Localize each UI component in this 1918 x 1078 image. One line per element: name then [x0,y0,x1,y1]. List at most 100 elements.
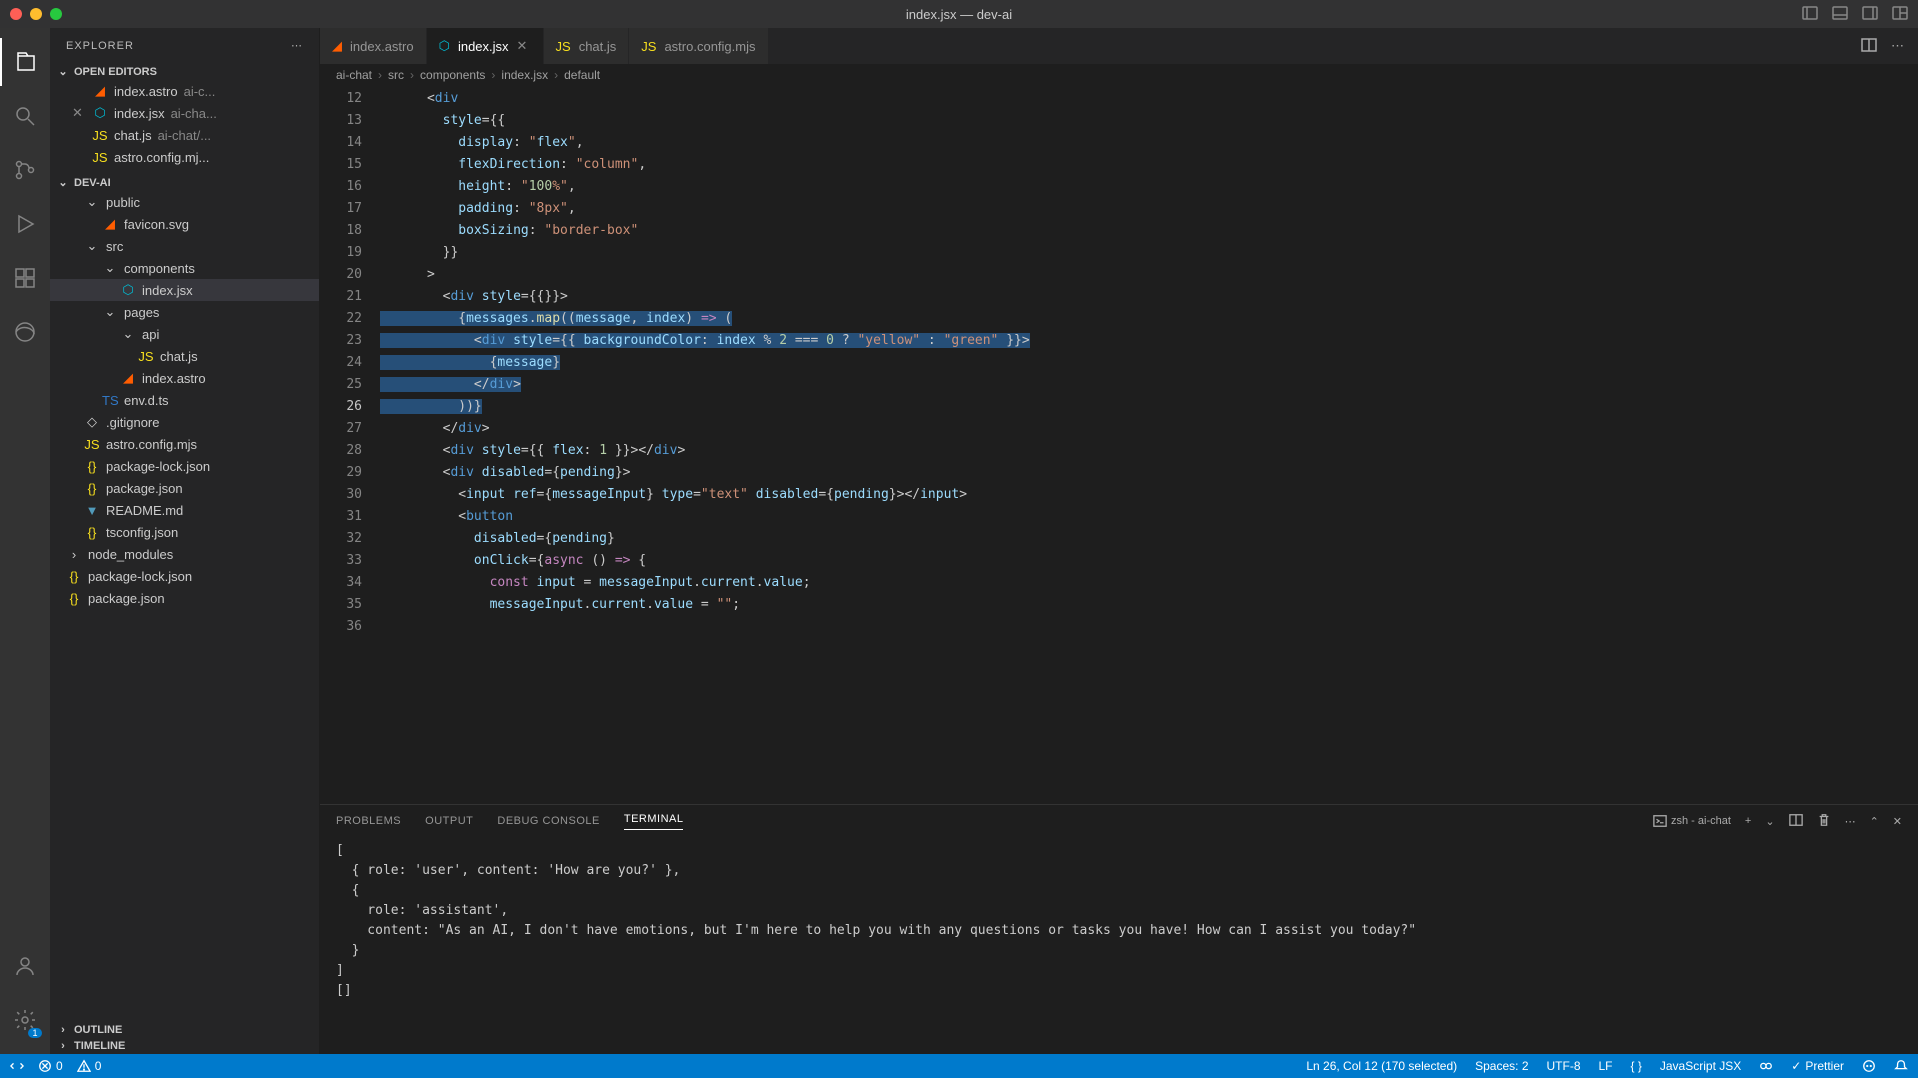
split-editor-icon[interactable] [1861,37,1877,56]
file-item[interactable]: {}tsconfig.json [50,521,319,543]
file-icon: TS [102,393,118,408]
file-item[interactable]: TSenv.d.ts [50,389,319,411]
terminal-shell-label[interactable]: zsh - ai-chat [1653,814,1731,828]
prettier-item[interactable]: ✓ Prettier [1791,1059,1844,1073]
minimize-window-button[interactable] [30,8,42,20]
spaces-item[interactable]: Spaces: 2 [1475,1059,1528,1073]
editor-tab[interactable]: ◢index.astro [320,28,427,64]
maximize-window-button[interactable] [50,8,62,20]
settings-gear-icon[interactable]: 1 [0,996,50,1044]
folder-item[interactable]: ⌄api [50,323,319,345]
breadcrumb-item[interactable]: index.jsx [501,68,548,82]
file-icon: {} [84,459,100,474]
search-icon[interactable] [0,92,50,140]
extensions-icon[interactable] [0,254,50,302]
cursor-position[interactable]: Ln 26, Col 12 (170 selected) [1306,1059,1457,1073]
file-icon: {} [66,591,82,606]
accounts-icon[interactable] [0,942,50,990]
bell-icon[interactable] [1894,1059,1908,1073]
folder-item[interactable]: ⌄components [50,257,319,279]
chevron-icon: ⌄ [84,194,100,210]
editor-tab[interactable]: JSchat.js [544,28,630,64]
open-editor-item[interactable]: JSastro.config.mj... [50,146,319,168]
editor-tab[interactable]: JSastro.config.mjs [629,28,768,64]
file-icon: {} [84,525,100,540]
file-icon: JS [84,437,100,452]
breadcrumb-item[interactable]: ai-chat [336,68,372,82]
file-icon: ⬡ [439,38,450,54]
folder-item[interactable]: ⌄src [50,235,319,257]
file-item[interactable]: {}package-lock.json [50,565,319,587]
more-terminal-icon[interactable]: ⋯ [1845,815,1856,828]
file-item[interactable]: ⬡index.jsx [50,279,319,301]
panel-bottom-icon[interactable] [1832,5,1848,24]
new-terminal-icon[interactable]: + [1745,815,1751,827]
open-editor-item[interactable]: ◢index.astro ai-c... [50,80,319,102]
file-item[interactable]: {}package.json [50,587,319,609]
encoding-item[interactable]: UTF-8 [1547,1059,1581,1073]
editor-tabs: ◢index.astro⬡index.jsx✕JSchat.jsJSastro.… [320,28,1918,64]
file-item[interactable]: ◢favicon.svg [50,213,319,235]
breadcrumb[interactable]: ai-chat›src›components›index.jsx›default [320,64,1918,86]
file-icon: JS [138,349,154,364]
chevron-icon: › [66,547,82,562]
file-item[interactable]: JSchat.js [50,345,319,367]
close-panel-icon[interactable]: ✕ [1893,815,1902,828]
bottom-panel: PROBLEMS OUTPUT DEBUG CONSOLE TERMINAL zsh … [320,804,1918,1054]
outline-section[interactable]: ›OUTLINE [50,1022,319,1038]
run-debug-icon[interactable] [0,200,50,248]
file-icon: JS [556,39,571,54]
edge-icon[interactable] [0,308,50,356]
breadcrumb-item[interactable]: components [420,68,485,82]
open-editor-item[interactable]: JSchat.js ai-chat/... [50,124,319,146]
kill-terminal-icon[interactable] [1817,813,1831,830]
panel-tab[interactable]: DEBUG CONSOLE [497,815,599,827]
close-window-button[interactable] [10,8,22,20]
terminal-dropdown-icon[interactable]: ⌄ [1765,815,1774,828]
folder-item[interactable]: ›node_modules [50,543,319,565]
close-tab-icon[interactable]: ✕ [517,38,531,54]
source-control-icon[interactable] [0,146,50,194]
file-icon: ◢ [332,38,342,54]
project-section[interactable]: ⌄DEV-AI [50,174,319,191]
folder-item[interactable]: ⌄public [50,191,319,213]
panel-tab[interactable]: TERMINAL [624,813,684,830]
titlebar: index.jsx — dev-ai [0,0,1918,28]
file-icon: ◢ [120,370,136,386]
chevron-icon: ⌄ [102,304,118,320]
open-editor-item[interactable]: ✕⬡index.jsx ai-cha... [50,102,319,124]
remote-icon[interactable] [10,1059,24,1073]
panel-right-icon[interactable] [1862,5,1878,24]
file-item[interactable]: ◢index.astro [50,367,319,389]
timeline-section[interactable]: ›TIMELINE [50,1038,319,1054]
panel-tab[interactable]: PROBLEMS [336,815,401,827]
open-editors-section[interactable]: ⌄OPEN EDITORS [50,63,319,80]
errors-item[interactable]: 0 [38,1059,63,1073]
maximize-panel-icon[interactable]: ⌃ [1870,815,1879,828]
folder-item[interactable]: ⌄pages [50,301,319,323]
file-item[interactable]: ▼README.md [50,499,319,521]
explorer-icon[interactable] [0,38,50,86]
warnings-item[interactable]: 0 [77,1059,102,1073]
layout-icon[interactable] [1892,5,1908,24]
language-item[interactable]: JavaScript JSX [1660,1059,1741,1073]
chevron-icon: ⌄ [102,260,118,276]
file-item[interactable]: {}package.json [50,477,319,499]
split-terminal-icon[interactable] [1789,813,1803,830]
terminal-output[interactable]: [ { role: 'user', content: 'How are you?… [320,837,1918,1054]
breadcrumb-item[interactable]: src [388,68,404,82]
editor-tab[interactable]: ⬡index.jsx✕ [427,28,544,64]
file-item[interactable]: {}package-lock.json [50,455,319,477]
more-tab-icon[interactable]: ⋯ [1891,38,1904,54]
more-icon[interactable]: ⋯ [291,39,303,52]
lang-braces-icon[interactable]: { } [1631,1059,1642,1073]
panel-left-icon[interactable] [1802,5,1818,24]
breadcrumb-item[interactable]: default [564,68,600,82]
file-item[interactable]: ◇.gitignore [50,411,319,433]
copilot-icon[interactable] [1759,1059,1773,1073]
feedback-icon[interactable] [1862,1059,1876,1073]
eol-item[interactable]: LF [1599,1059,1613,1073]
panel-tab[interactable]: OUTPUT [425,815,473,827]
file-item[interactable]: JSastro.config.mjs [50,433,319,455]
code-editor[interactable]: <div style={{ display: "flex", flexDirec… [380,86,1918,804]
